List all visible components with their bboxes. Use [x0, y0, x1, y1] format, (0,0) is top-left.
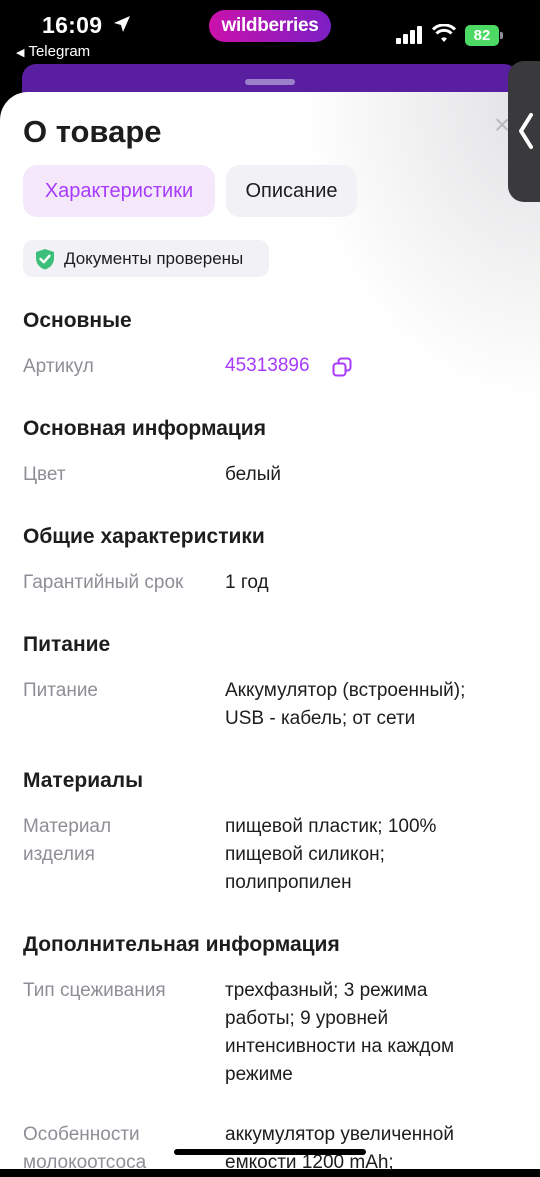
section-heading-power: Питание [23, 633, 111, 656]
home-indicator[interactable] [174, 1149, 366, 1155]
section-heading-main: Основные [23, 309, 132, 332]
label-color: Цвет [23, 464, 66, 485]
label-power: Питание [23, 680, 98, 701]
label-line: изделия [23, 844, 95, 865]
value-warranty: 1 год [225, 572, 269, 593]
badge-text: Документы проверены [64, 249, 244, 268]
status-time: 16:09 [42, 12, 103, 38]
sheet-shadow [280, 92, 540, 432]
back-app-label: Telegram [28, 43, 91, 60]
status-bar: 16:09 ◀ Telegram wildberries 82 [0, 0, 540, 64]
battery-icon: 82 [465, 25, 499, 46]
value-line: интенсивности на каждом [225, 1036, 455, 1057]
label-warranty: Гарантийный срок [23, 572, 184, 593]
value-power: Аккумулятор (встроенный); USB - кабель; … [225, 677, 515, 733]
label-pumping-type: Тип сцеживания [23, 980, 166, 1001]
documents-verified-badge: Документы проверены [23, 240, 269, 277]
label-line: Материал [23, 816, 112, 837]
value-line: аккумулятор увеличенной [225, 1124, 454, 1145]
value-line: трехфазный; 3 режима [225, 980, 428, 1001]
label-article: Артикул [23, 356, 94, 377]
chevron-left-icon [519, 113, 533, 149]
value-line: работы; 9 уровней [225, 1008, 389, 1029]
tab-characteristics[interactable]: Характеристики [23, 165, 215, 217]
shield-check-icon [36, 249, 54, 270]
battery-tip [500, 32, 503, 39]
value-line: полипропилен [225, 872, 352, 893]
value-line: USB - кабель; от сети [225, 708, 416, 729]
section-heading-materials: Материалы [23, 769, 144, 792]
side-edge-tab[interactable] [508, 61, 540, 202]
signal-icon [396, 26, 424, 44]
back-to-app-link[interactable]: ◀ Telegram [16, 43, 90, 60]
label-line: Особенности [23, 1124, 140, 1145]
page-title: О товаре [23, 114, 162, 149]
value-material: пищевой пластик; 100% пищевой силикон; п… [225, 813, 515, 897]
back-triangle-icon: ◀ [16, 47, 25, 59]
value-color: белый [225, 464, 281, 485]
section-heading-basic-info: Основная информация [23, 417, 266, 440]
section-heading-additional: Дополнительная информация [23, 933, 340, 956]
value-pumping-type: трехфазный; 3 режима работы; 9 уровней и… [225, 977, 515, 1089]
section-heading-general: Общие характеристики [23, 525, 265, 548]
sheet-grabber[interactable] [245, 79, 295, 85]
brand-pill: wildberries [209, 10, 331, 42]
tab-description[interactable]: Описание [226, 165, 357, 217]
value-line: пищевой силикон; [225, 844, 385, 865]
location-arrow-icon [114, 16, 130, 32]
value-line: пищевой пластик; 100% [225, 816, 437, 837]
value-line: Аккумулятор (встроенный); [225, 680, 466, 701]
value-line: режиме [225, 1064, 293, 1085]
article-number[interactable]: 45313896 [225, 352, 335, 380]
wifi-icon [432, 24, 456, 42]
label-material: Материал изделия [23, 813, 213, 869]
copy-icon[interactable] [332, 357, 352, 377]
